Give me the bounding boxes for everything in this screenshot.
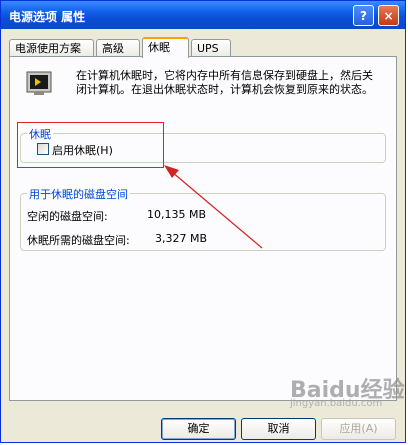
free-space-value: 10,135 MB <box>147 208 207 221</box>
disk-space-group: 用于休眠的磁盘空间 空闲的磁盘空间: 10,135 MB 休眠所需的磁盘空间: … <box>20 186 386 251</box>
title-bar[interactable]: 电源选项 属性 ? × <box>1 1 405 29</box>
tab-advanced[interactable]: 高级 <box>96 39 140 56</box>
required-space-value: 3,327 MB <box>155 232 208 245</box>
tab-ups[interactable]: UPS <box>191 39 231 56</box>
apply-button[interactable]: 应用(A) <box>321 418 396 440</box>
tab-panel: 在计算机休眠时，它将内存中所有信息保存到硬盘上，然后关闭计算机。在退出休眠状态时… <box>9 56 397 401</box>
tab-hibernate[interactable]: 休眠 <box>142 37 189 58</box>
hibernate-description: 在计算机休眠时，它将内存中所有信息保存到硬盘上，然后关闭计算机。在退出休眠状态时… <box>76 69 373 96</box>
ok-button[interactable]: 确定 <box>161 418 236 440</box>
monitor-icon <box>26 71 52 95</box>
cancel-button[interactable]: 取消 <box>241 418 316 440</box>
help-button[interactable]: ? <box>353 5 374 26</box>
watermark-url: jingyan.baidu.com <box>290 398 383 409</box>
close-button[interactable]: × <box>378 5 399 26</box>
tab-power-schemes[interactable]: 电源使用方案 <box>9 39 94 56</box>
disk-space-group-label: 用于休眠的磁盘空间 <box>27 186 130 202</box>
window-title: 电源选项 属性 <box>9 10 86 24</box>
annotation-box <box>17 122 164 168</box>
required-space-label: 休眠所需的磁盘空间: <box>27 234 130 247</box>
free-space-label: 空闲的磁盘空间: <box>27 210 108 223</box>
